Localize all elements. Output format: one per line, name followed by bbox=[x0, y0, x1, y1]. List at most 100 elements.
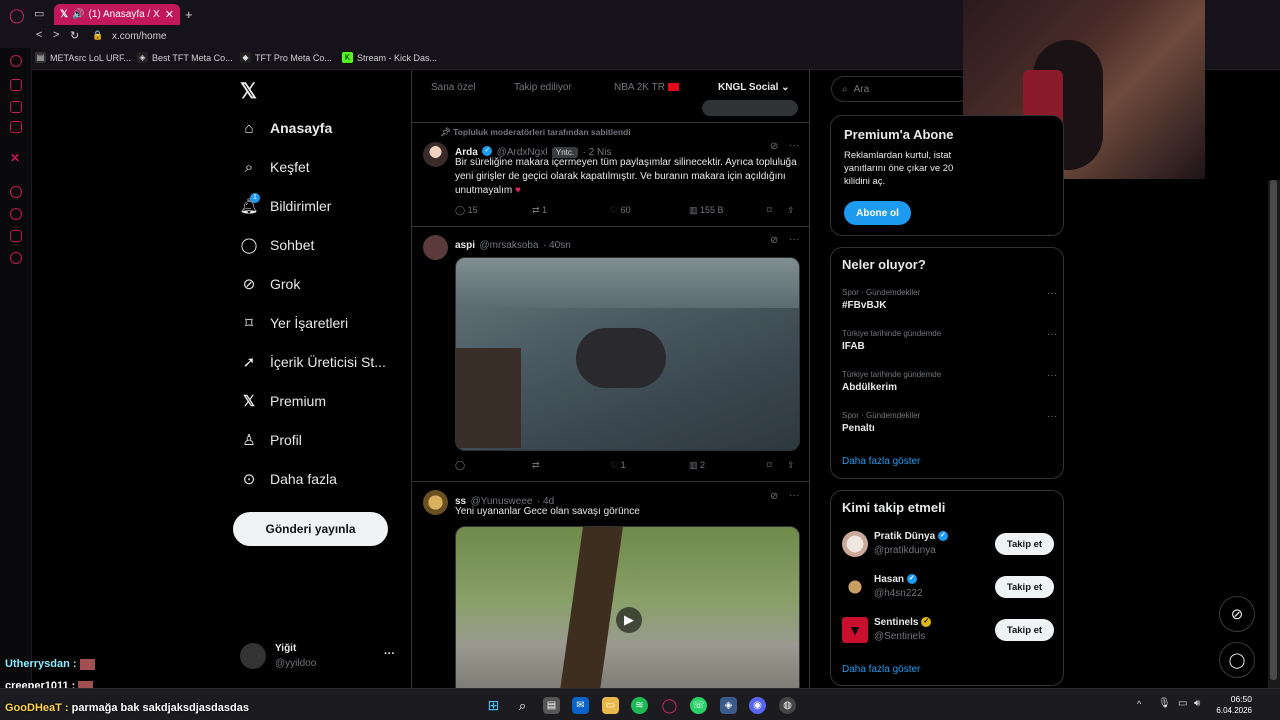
nav-grok[interactable]: ⊘ Grok bbox=[240, 275, 301, 293]
x-sidebar-icon[interactable]: ✕ bbox=[10, 151, 20, 165]
clock-date[interactable]: 6.04.2026 bbox=[1212, 706, 1252, 715]
tab-list-icon[interactable]: ▭ bbox=[34, 7, 44, 20]
video-media[interactable] bbox=[455, 257, 800, 451]
show-more-trends[interactable]: Daha fazla göster bbox=[842, 456, 920, 467]
windows-start-icon[interactable]: ⊞ bbox=[485, 697, 502, 714]
post-button[interactable]: Gönderi yayınla bbox=[233, 512, 388, 546]
follow-suggestion[interactable]: Pratik Dünya ✓ @pratikdunya Takip et bbox=[842, 531, 1054, 561]
nav-explore[interactable]: ⌕ Keşfet bbox=[240, 158, 310, 176]
follow-button[interactable]: Takip et bbox=[995, 576, 1054, 598]
subscribe-button[interactable]: Abone ol bbox=[844, 201, 911, 225]
microphone-icon[interactable]: 🎙︎ bbox=[1158, 698, 1171, 709]
nav-premium[interactable]: 𝕏 Premium bbox=[240, 392, 326, 410]
nav-chat[interactable]: ◯ Sohbet bbox=[240, 236, 315, 254]
bookmark-item[interactable]: ▤ METAsrc LoL URF... bbox=[35, 52, 131, 63]
tab-x-home[interactable]: 𝕏 🔊 (1) Anasayfa / X ✕ bbox=[54, 4, 180, 25]
trend-item[interactable]: Spor · Gündemdekiler Penaltı ··· bbox=[842, 411, 1057, 434]
sync-icon[interactable] bbox=[10, 55, 22, 67]
nav-creator-studio[interactable]: ➚ İçerik Üreticisi St... bbox=[240, 353, 386, 371]
more-icon[interactable]: ··· bbox=[1047, 288, 1057, 299]
x-home-logo-icon[interactable]: 𝕏 bbox=[240, 79, 257, 104]
more-icon[interactable]: ··· bbox=[1047, 411, 1057, 422]
author-name[interactable]: aspi bbox=[455, 240, 475, 251]
follow-suggestion[interactable]: ▼ Sentinels ✓ @Sentinels Takip et bbox=[842, 617, 1054, 647]
author-handle[interactable]: @mrsaksoba bbox=[479, 240, 538, 251]
scrollbar[interactable] bbox=[1268, 180, 1280, 688]
bookmark-button[interactable]: ⌑ bbox=[767, 205, 772, 216]
messenger-icon[interactable] bbox=[10, 79, 22, 91]
avatar[interactable] bbox=[423, 490, 448, 515]
tab-for-you[interactable]: Sana özel bbox=[431, 82, 475, 93]
sentinels-logo-icon[interactable]: ▼ bbox=[842, 617, 868, 643]
speaker-icon[interactable]: 🔊 bbox=[72, 9, 84, 20]
trend-item[interactable]: Spor · Gündemdekiler #FBvBJK ··· bbox=[842, 288, 1057, 311]
app-icon[interactable]: ◍ bbox=[779, 697, 796, 714]
url-field[interactable]: x.com/home bbox=[112, 31, 166, 42]
views-button[interactable]: ▥ 2 bbox=[689, 460, 705, 471]
whatsapp-icon[interactable]: ☏ bbox=[690, 697, 707, 714]
repost-button[interactable]: ⇄ 1 bbox=[532, 205, 547, 216]
avatar[interactable] bbox=[423, 235, 448, 260]
grok-float-button[interactable]: ⊘ bbox=[1219, 596, 1255, 632]
account-more-icon[interactable]: ··· bbox=[384, 648, 395, 660]
follow-suggestion[interactable]: Hasan ✓ @h4sn222 Takip et bbox=[842, 574, 1054, 604]
more-icon[interactable]: ··· bbox=[789, 490, 799, 501]
trend-item[interactable]: Türkiye tarihinde gündemde Abdülkerim ··· bbox=[842, 370, 1057, 393]
bookmark-item[interactable]: ◆ TFT Pro Meta Co... bbox=[240, 52, 332, 63]
community-chip[interactable] bbox=[702, 100, 798, 116]
opera-logo-icon[interactable]: ◯ bbox=[9, 7, 25, 24]
avatar[interactable] bbox=[842, 574, 868, 600]
reload-icon[interactable]: ↻ bbox=[70, 29, 79, 42]
scrollbar-thumb[interactable] bbox=[1270, 180, 1277, 680]
opera-icon[interactable]: ◯ bbox=[661, 697, 678, 714]
discord-icon[interactable]: ◉ bbox=[749, 697, 766, 714]
bookmark-item[interactable]: K Stream - Kick Das... bbox=[342, 52, 437, 63]
account-avatar[interactable] bbox=[240, 643, 266, 669]
store-icon[interactable]: ▤ bbox=[543, 697, 560, 714]
tray-chevron-icon[interactable]: ^ bbox=[1137, 699, 1141, 709]
network-icon[interactable]: ▭ bbox=[1178, 698, 1187, 709]
nav-profile[interactable]: ♙ Profil bbox=[240, 431, 302, 449]
share-button[interactable]: ⇪ bbox=[787, 205, 795, 216]
nav-more[interactable]: ⊙ Daha fazla bbox=[240, 470, 337, 488]
bookmark-item[interactable]: ◈ Best TFT Meta Co... bbox=[137, 52, 233, 63]
close-tab-icon[interactable]: ✕ bbox=[165, 8, 174, 21]
more-icon[interactable]: ··· bbox=[789, 140, 799, 151]
twitch-icon[interactable] bbox=[10, 101, 22, 113]
folder-icon[interactable]: ▭ bbox=[602, 697, 619, 714]
history-icon[interactable] bbox=[10, 208, 22, 220]
post-time[interactable]: · 40sn bbox=[543, 240, 571, 251]
avatar[interactable] bbox=[842, 531, 868, 557]
grok-icon[interactable]: ⊘ bbox=[770, 235, 778, 246]
settings-icon[interactable] bbox=[10, 252, 22, 264]
volume-icon[interactable]: 🔊︎ bbox=[1194, 698, 1200, 709]
more-icon[interactable]: ··· bbox=[789, 234, 799, 245]
nav-home[interactable]: ⌂ Anasayfa bbox=[240, 119, 332, 137]
tab-nba-2k-tr[interactable]: NBA 2K TR bbox=[614, 82, 679, 93]
search-icon[interactable]: ⌕ bbox=[514, 697, 531, 714]
extensions-icon[interactable] bbox=[10, 230, 22, 242]
tab-following[interactable]: Takip ediliyor bbox=[514, 82, 572, 93]
follow-button[interactable]: Takip et bbox=[995, 619, 1054, 641]
clock-time[interactable]: 06:50 bbox=[1216, 694, 1252, 704]
views-button[interactable]: ▥ 155 B bbox=[689, 205, 724, 216]
share-button[interactable]: ⇪ bbox=[787, 460, 795, 471]
video-media[interactable]: ▶ bbox=[455, 526, 800, 688]
tab-kngl-social[interactable]: KNGL Social ⌄ bbox=[718, 82, 790, 93]
app-icon[interactable]: ◈ bbox=[720, 697, 737, 714]
repost-button[interactable]: ⇄ bbox=[532, 460, 540, 471]
follow-button[interactable]: Takip et bbox=[995, 533, 1054, 555]
search-input[interactable]: ⌕ Ara bbox=[831, 76, 971, 102]
show-more-follow[interactable]: Daha fazla göster bbox=[842, 664, 920, 675]
reply-button[interactable]: ◯ 15 bbox=[455, 205, 478, 216]
spotify-icon[interactable]: ≋ bbox=[631, 697, 648, 714]
grok-icon[interactable]: ⊘ bbox=[770, 491, 778, 502]
like-button[interactable]: ♡ 60 bbox=[610, 205, 631, 216]
mail-icon[interactable]: ✉ bbox=[572, 697, 589, 714]
bookmark-button[interactable]: ⌑ bbox=[767, 460, 772, 471]
avatar[interactable] bbox=[423, 142, 448, 167]
nav-bookmarks[interactable]: ⌑ Yer İşaretleri bbox=[240, 314, 348, 332]
new-tab-button[interactable]: + bbox=[185, 7, 193, 22]
player-icon[interactable] bbox=[10, 186, 22, 198]
more-icon[interactable]: ··· bbox=[1047, 370, 1057, 381]
